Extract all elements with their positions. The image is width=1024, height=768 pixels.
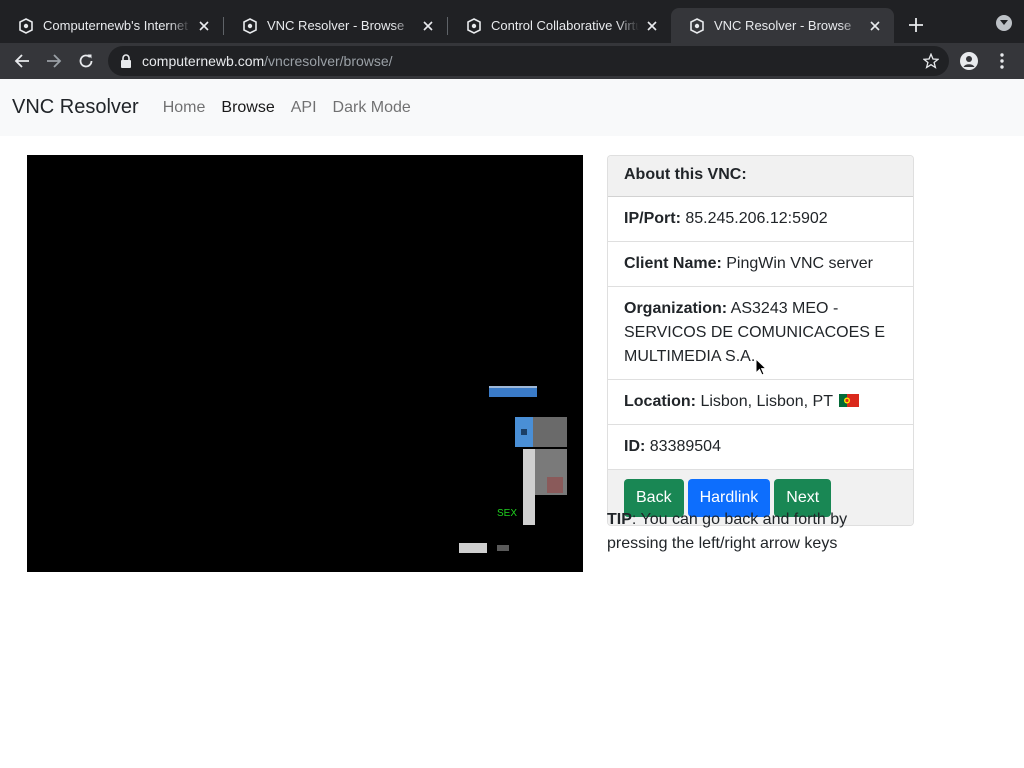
client-name-label: Client Name: [624,255,722,272]
bookmark-star-icon[interactable] [917,47,945,75]
browser-tab[interactable]: Computernewb's Internet Pi [0,8,223,43]
nav-link-browse[interactable]: Browse [221,99,274,117]
organization-label: Organization: [624,300,728,317]
tab-title: VNC Resolver - Browse [267,18,405,33]
portugal-flag-icon [839,394,860,407]
vnc-screen-label: SEX [497,508,517,519]
url-text: computernewb.com/vncresolver/browse/ [142,53,917,69]
id-label: ID: [624,438,646,455]
tab-close-icon[interactable] [866,17,884,35]
nav-link-home[interactable]: Home [163,99,206,117]
address-bar[interactable]: computernewb.com/vncresolver/browse/ [108,46,949,76]
tip-body: : You can go back and forth by pressing … [607,511,848,552]
nav-link-dark-mode[interactable]: Dark Mode [333,99,411,117]
client-name-value: PingWin VNC server [726,255,873,272]
tip-label: TIP [607,511,632,528]
tab-title: Computernewb's Internet Pi [43,18,191,33]
location-item: Location: Lisbon, Lisbon, PT [608,380,913,425]
url-host: computernewb.com [142,53,265,69]
ip-port-label: IP/Port: [624,210,681,227]
browser-toolbar: computernewb.com/vncresolver/browse/ [0,43,1024,79]
ip-port-item: IP/Port: 85.245.206.12:5902 [608,197,913,242]
ip-port-value: 85.245.206.12:5902 [685,210,828,227]
tip-text: TIP: You can go back and forth by pressi… [607,508,907,556]
back-arrow-icon[interactable] [8,47,36,75]
profile-avatar-icon[interactable] [955,47,983,75]
url-path: /vncresolver/browse/ [264,53,393,69]
lock-icon [121,54,131,68]
location-label: Location: [624,393,696,410]
browser-tab-active[interactable]: VNC Resolver - Browse [671,8,894,43]
site-favicon-icon [690,17,704,34]
new-tab-plus-icon[interactable] [902,11,930,39]
nav-link-api[interactable]: API [291,99,317,117]
navbar-brand[interactable]: VNC Resolver [12,96,139,119]
id-item: ID: 83389504 [608,425,913,470]
mouse-cursor-icon [755,358,767,376]
browser-menu-kebab-icon[interactable] [988,47,1016,75]
site-favicon-icon [467,17,481,34]
vnc-screenshot-content: SEX [27,155,583,572]
forward-arrow-icon[interactable] [40,47,68,75]
browser-tab[interactable]: Control Collaborative Virtua [448,8,671,43]
site-favicon-icon [243,17,257,34]
browser-tabstrip: Computernewb's Internet Pi VNC Resolver … [0,0,1024,43]
site-navbar: VNC Resolver Home Browse API Dark Mode [0,79,1024,136]
browser-tab[interactable]: VNC Resolver - Browse [224,8,447,43]
client-name-item: Client Name: PingWin VNC server [608,242,913,287]
tab-search-chevron-icon[interactable] [996,15,1012,31]
about-card: About this VNC: IP/Port: 85.245.206.12:5… [607,155,914,526]
location-value: Lisbon, Lisbon, PT [700,393,833,410]
about-card-header: About this VNC: [608,156,913,197]
site-favicon-icon [19,17,33,34]
tab-close-icon[interactable] [643,17,661,35]
reload-icon[interactable] [72,47,100,75]
tab-close-icon[interactable] [419,17,437,35]
vnc-screenshot: SEX [27,155,583,572]
tab-close-icon[interactable] [195,17,213,35]
tab-title: VNC Resolver - Browse [714,18,852,33]
tab-title: Control Collaborative Virtua [491,18,639,33]
id-value: 83389504 [649,438,721,455]
